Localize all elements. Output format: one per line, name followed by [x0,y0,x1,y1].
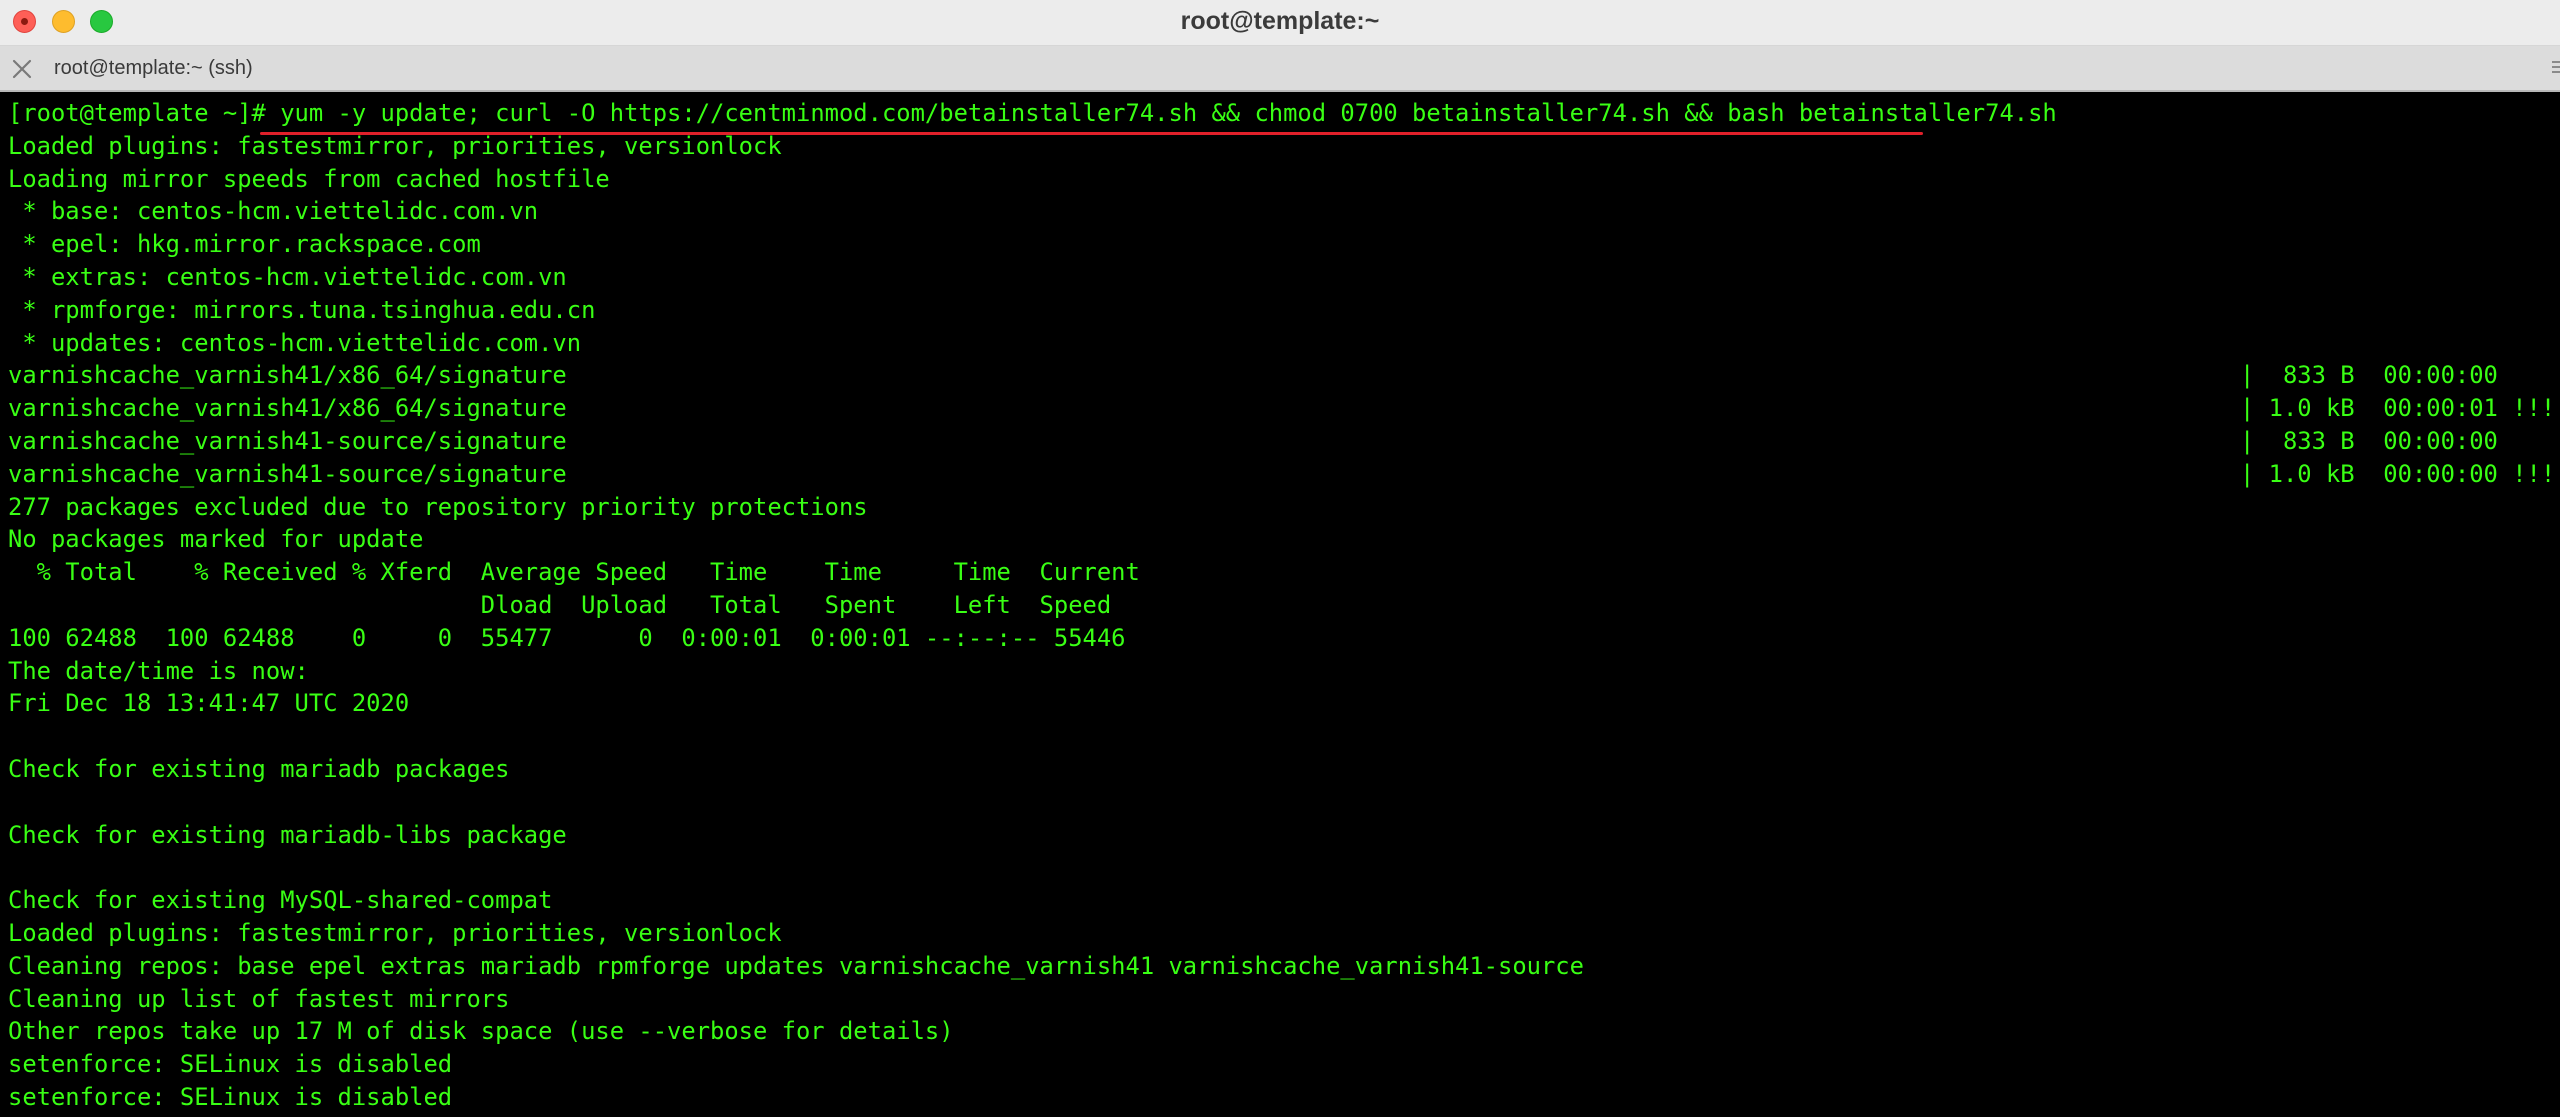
terminal-line: varnishcache_varnish41-source/signature |… [8,458,2560,491]
window-title: root@template:~ [1180,7,1380,35]
tab-bar: root@template:~ (ssh) [0,46,2560,92]
terminal-output[interactable]: [root@template ~]# yum -y update; curl -… [8,97,2560,1117]
terminal-line: * rpmforge: mirrors.tuna.tsinghua.edu.cn [8,294,2560,327]
title-bar[interactable]: root@template:~ [0,0,2560,46]
terminal-line: varnishcache_varnish41-source/signature |… [8,425,2560,458]
line-text: varnishcache_varnish41-source/signature [8,426,567,455]
terminal-line: The date/time is now: [8,655,2560,688]
line-text: % Total % Received % Xferd Average Speed… [8,558,1140,587]
line-text: Check for existing MySQL-shared-compat [8,886,553,915]
terminal-line: % Total % Received % Xferd Average Speed… [8,556,2560,589]
line-text: Loading mirror speeds from cached hostfi… [8,164,610,193]
download-stat: | 833 B 00:00:00 [2240,361,2498,390]
shell-prompt: [root@template ~]# [8,99,281,127]
tab-close-icon[interactable] [11,58,33,80]
line-text: The date/time is now: [8,656,309,685]
terminal-line: varnishcache_varnish41/x86_64/signature |… [8,392,2560,425]
line-text: * rpmforge: mirrors.tuna.tsinghua.edu.cn [8,295,596,324]
menu-grip-icon[interactable] [2552,61,2560,77]
line-text: Cleaning repos: base epel extras mariadb… [8,951,1584,980]
terminal-line: * epel: hkg.mirror.rackspace.com [8,228,2560,261]
terminal-line: * base: centos-hcm.viettelidc.com.vn [8,195,2560,228]
terminal-line: Dload Upload Total Spent Left Speed [8,589,2560,622]
line-text: varnishcache_varnish41-source/signature [8,459,567,488]
terminal-window: root@template:~ root@template:~ (ssh) [r… [0,0,2560,1117]
download-stat: | 1.0 kB 00:00:00 !!! [2240,459,2556,488]
line-text: Other repos take up 17 M of disk space (… [8,1017,954,1046]
terminal-line: Cleaning repos: base epel extras mariadb… [8,950,2560,983]
terminal-line: Check for existing mariadb-libs package [8,819,2560,852]
terminal-line: Loaded plugins: fastestmirror, prioritie… [8,917,2560,950]
line-text: * epel: hkg.mirror.rackspace.com [8,230,481,259]
line-text: 277 packages excluded due to repository … [8,492,868,521]
line-text: varnishcache_varnish41/x86_64/signature [8,361,567,390]
terminal-line: * updates: centos-hcm.viettelidc.com.vn [8,327,2560,360]
terminal-line: Check for existing mariadb packages [8,753,2560,786]
line-text: * extras: centos-hcm.viettelidc.com.vn [8,262,567,291]
line-text: Check for existing mariadb packages [8,754,510,783]
command-underline-annotation [260,132,1923,135]
line-text: Loaded plugins: fastestmirror, prioritie… [8,131,782,160]
command-line: [root@template ~]# yum -y update; curl -… [8,97,2560,130]
line-text: Cleaning up list of fastest mirrors [8,984,510,1013]
terminal-line: Cleaning up list of fastest mirrors [8,983,2560,1016]
terminal-line: Check for existing MySQL-shared-compat [8,884,2560,917]
terminal-line: Loading mirror speeds from cached hostfi… [8,163,2560,196]
terminal-line: setenforce: SELinux is disabled [8,1048,2560,1081]
line-text: Dload Upload Total Spent Left Speed [8,590,1112,619]
line-text: * base: centos-hcm.viettelidc.com.vn [8,197,539,226]
terminal-line: * extras: centos-hcm.viettelidc.com.vn [8,261,2560,294]
terminal-line: 100 62488 100 62488 0 0 55477 0 0:00:01 … [8,622,2560,655]
terminal-line: Fri Dec 18 13:41:47 UTC 2020 [8,687,2560,720]
terminal-line: varnishcache_varnish41/x86_64/signature |… [8,359,2560,392]
terminal-line: 277 packages excluded due to repository … [8,491,2560,524]
tab-ssh-session[interactable]: root@template:~ (ssh) [54,46,253,90]
terminal-line: Other repos take up 17 M of disk space (… [8,1015,2560,1048]
line-text: 100 62488 100 62488 0 0 55477 0 0:00:01 … [8,623,1126,652]
command-text: yum -y update; curl -O https://centminmo… [280,99,2057,127]
line-text: setenforce: SELinux is disabled [8,1050,453,1079]
line-text: Loaded plugins: fastestmirror, prioritie… [8,918,782,947]
line-text: Fri Dec 18 13:41:47 UTC 2020 [8,689,410,718]
download-stat: | 833 B 00:00:00 [2240,426,2498,455]
line-text: setenforce: SELinux is disabled [8,1082,453,1111]
line-text: * updates: centos-hcm.viettelidc.com.vn [8,328,582,357]
terminal-line: No packages marked for update [8,523,2560,556]
download-stat: | 1.0 kB 00:00:01 !!! [2240,394,2556,423]
line-text: varnishcache_varnish41/x86_64/signature [8,394,567,423]
line-text: No packages marked for update [8,525,424,554]
terminal-line: setenforce: SELinux is disabled [8,1081,2560,1114]
line-text: Check for existing mariadb-libs package [8,820,567,849]
